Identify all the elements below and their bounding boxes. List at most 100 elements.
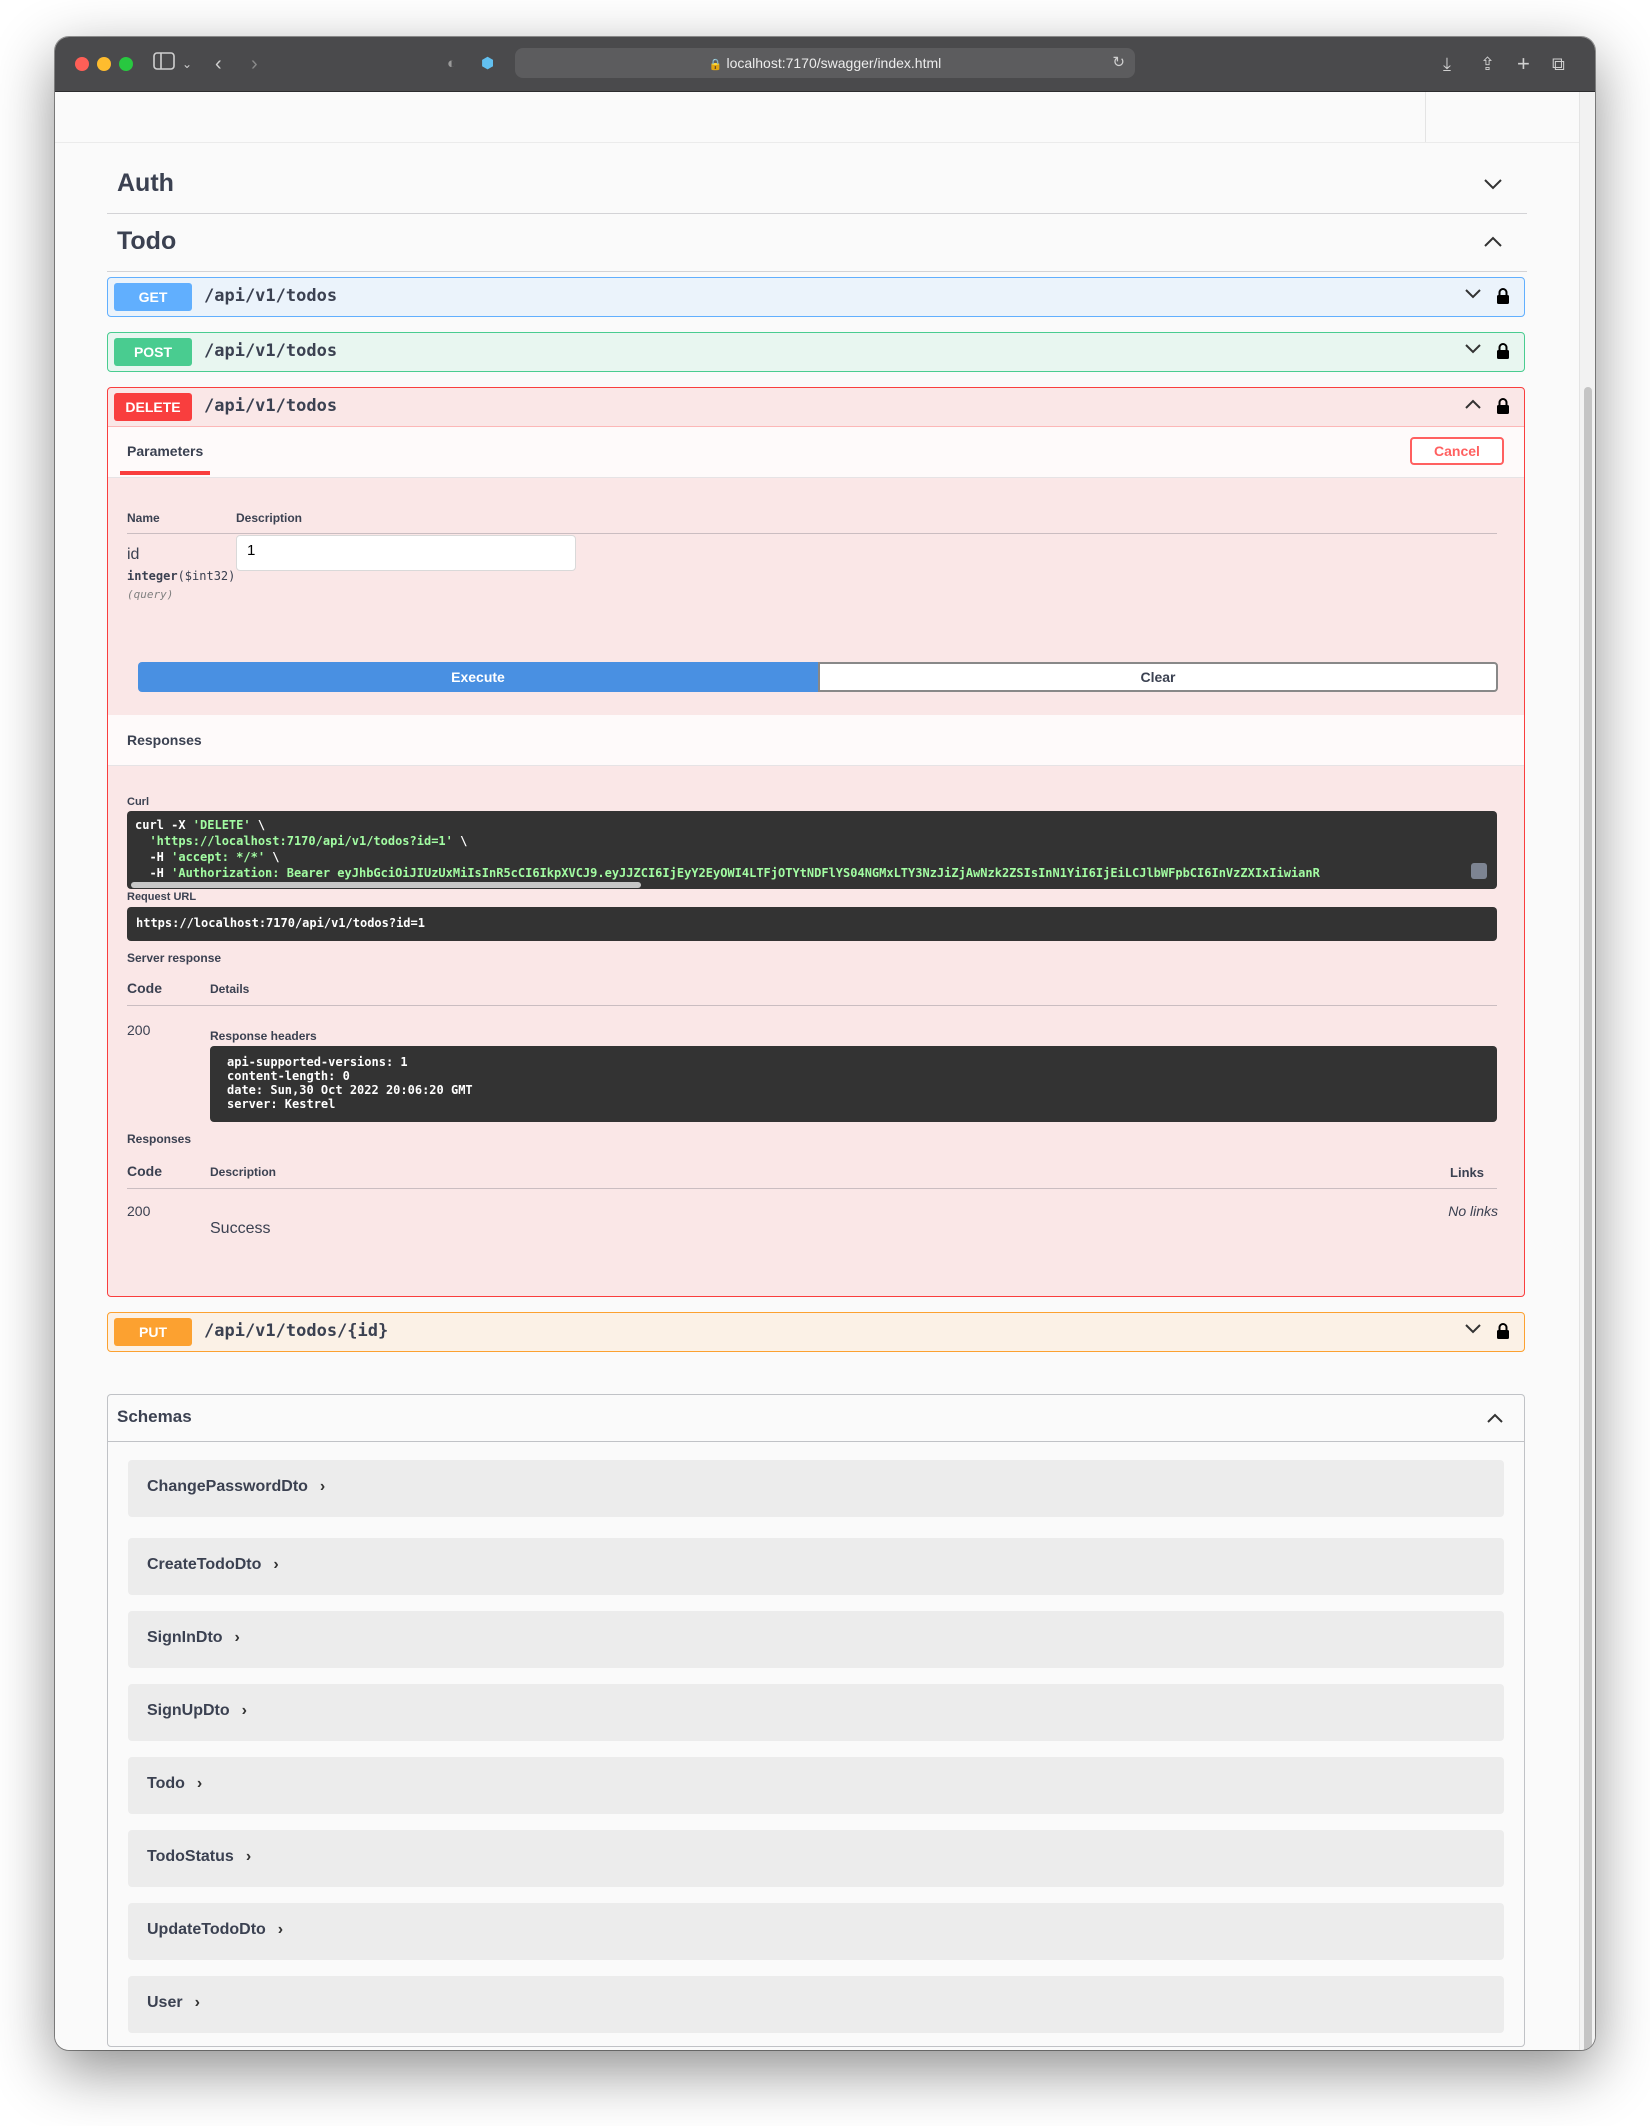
chevron-up-icon[interactable]: [1464, 394, 1482, 415]
response-headers-label: Response headers: [210, 1029, 317, 1043]
server-response-label: Server response: [127, 951, 222, 965]
execute-button[interactable]: Execute: [138, 662, 818, 692]
curl-text: 'accept: */*': [171, 850, 266, 864]
curl-text: 'DELETE': [192, 818, 251, 832]
id-input[interactable]: 1: [236, 535, 576, 571]
operation-post-todos[interactable]: POST /api/v1/todos: [107, 332, 1525, 372]
page-content: Auth Todo GET /api/v1/todos POST /api/v1…: [55, 92, 1580, 2050]
curl-block[interactable]: curl -X 'DELETE' \ 'https://localhost:71…: [127, 811, 1497, 889]
operation-delete-todos: DELETE /api/v1/todos Parameters Cancel N…: [107, 387, 1525, 1297]
col-description: Description: [236, 511, 303, 525]
schemas-title: Schemas: [117, 1407, 192, 1426]
chevron-down-icon[interactable]: [1483, 173, 1503, 196]
model-todo[interactable]: Todo ›: [128, 1757, 1504, 1814]
model-name: User: [147, 1994, 183, 2011]
lock-icon[interactable]: [1496, 342, 1510, 360]
request-url-label: Request URL: [127, 891, 197, 903]
model-changepassworddto[interactable]: ChangePasswordDto ›: [128, 1460, 1504, 1517]
chevron-right-icon[interactable]: ›: [320, 1478, 325, 1495]
chevron-down-icon[interactable]: [1464, 1319, 1482, 1340]
model-todostatus[interactable]: TodoStatus ›: [128, 1830, 1504, 1887]
minimize-window-button[interactable]: [97, 57, 111, 71]
curl-text: \: [250, 818, 266, 832]
col-details: Details: [210, 982, 250, 996]
curl-text: -H: [135, 866, 172, 880]
resp-description: Success: [210, 1220, 271, 1237]
lock-icon: 🔒: [708, 59, 723, 71]
tag-todo-title: Todo: [117, 227, 177, 255]
operation-get-todos[interactable]: GET /api/v1/todos: [107, 277, 1525, 317]
operation-path: /api/v1/todos: [204, 396, 338, 416]
header-line: api-supported-versions: 1: [227, 1055, 408, 1069]
tag-todo[interactable]: Todo: [107, 215, 1527, 272]
model-name: Todo: [147, 1775, 185, 1792]
operation-path: /api/v1/todos: [204, 286, 338, 306]
chevron-right-icon[interactable]: ›: [278, 1921, 283, 1938]
close-window-button[interactable]: [75, 57, 89, 71]
new-tab-icon[interactable]: +: [1517, 51, 1530, 77]
chevron-right-icon[interactable]: ›: [235, 1629, 240, 1646]
share-icon[interactable]: ⇪: [1480, 51, 1495, 77]
forward-icon[interactable]: ›: [251, 51, 258, 77]
curl-text: curl -X: [135, 818, 193, 832]
chevron-right-icon[interactable]: ›: [273, 1556, 278, 1573]
chevron-up-icon[interactable]: [1486, 1411, 1504, 1429]
chevron-up-icon[interactable]: [1483, 231, 1503, 254]
divider: [55, 142, 1580, 143]
horizontal-scrollbar[interactable]: [131, 882, 641, 888]
operation-summary[interactable]: DELETE /api/v1/todos: [108, 388, 1524, 426]
model-createtododto[interactable]: CreateTodoDto ›: [128, 1538, 1504, 1595]
browser-window: ⌄ ‹ › ◐ ⬢ 🔒 localhost:7170/swagger/index.…: [55, 37, 1595, 2050]
model-user[interactable]: User ›: [128, 1976, 1504, 2033]
scrollbar-thumb[interactable]: [1584, 387, 1592, 2050]
operation-path: /api/v1/todos: [204, 341, 338, 361]
operation-summary[interactable]: GET /api/v1/todos: [108, 278, 1524, 316]
copy-icon[interactable]: [1471, 863, 1487, 879]
request-url: https://localhost:7170/api/v1/todos?id=1: [127, 907, 1497, 941]
lock-icon[interactable]: [1496, 397, 1510, 415]
chevron-right-icon[interactable]: ›: [195, 1994, 200, 2011]
model-signupdto[interactable]: SignUpDto ›: [128, 1684, 1504, 1741]
sidebar-toggle-icon[interactable]: [153, 51, 175, 77]
download-icon[interactable]: ⤓: [1443, 51, 1451, 77]
privacy-shield-icon[interactable]: ◐: [447, 51, 456, 77]
operation-summary[interactable]: POST /api/v1/todos: [108, 333, 1524, 371]
cancel-button[interactable]: Cancel: [1410, 437, 1504, 465]
chevron-right-icon[interactable]: ›: [242, 1702, 247, 1719]
resp-col-links: Links: [1450, 1165, 1484, 1180]
tab-parameters[interactable]: Parameters: [127, 443, 203, 459]
lock-icon[interactable]: [1496, 1322, 1510, 1340]
address-bar[interactable]: 🔒 localhost:7170/swagger/index.html ↻: [515, 48, 1135, 78]
clear-button[interactable]: Clear: [818, 662, 1498, 692]
operation-summary[interactable]: PUT /api/v1/todos/{id}: [108, 1313, 1524, 1351]
resp-col-code: Code: [127, 1163, 162, 1179]
operation-put-todo[interactable]: PUT /api/v1/todos/{id}: [107, 1312, 1525, 1352]
extension-icon[interactable]: ⬢: [481, 51, 494, 77]
chevron-down-icon[interactable]: [1464, 284, 1482, 305]
operation-path: /api/v1/todos/{id}: [204, 1321, 389, 1341]
tab-overview-icon[interactable]: ⧉: [1552, 51, 1565, 77]
tag-auth[interactable]: Auth: [107, 157, 1527, 214]
model-name: ChangePasswordDto: [147, 1478, 308, 1495]
curl-text: 'https://localhost:7170/api/v1/todos?id=…: [135, 834, 453, 848]
method-badge: PUT: [114, 1318, 192, 1346]
model-updatetododto[interactable]: UpdateTodoDto ›: [128, 1903, 1504, 1960]
schemas-header[interactable]: Schemas: [108, 1395, 1524, 1442]
back-icon[interactable]: ‹: [215, 51, 222, 77]
responses-header: Responses: [108, 715, 1524, 766]
resp-links: No links: [1448, 1203, 1498, 1219]
responses-label: Responses: [127, 1132, 192, 1146]
chevron-right-icon[interactable]: ›: [197, 1775, 202, 1792]
resp-col-description: Description: [210, 1165, 277, 1179]
curl-line: -H 'Authorization: Bearer eyJhbGciOiJIUz…: [135, 865, 1489, 881]
response-headers-block: api-supported-versions: 1 content-length…: [210, 1046, 1497, 1122]
zoom-window-button[interactable]: [119, 57, 133, 71]
chevron-down-icon[interactable]: [1464, 339, 1482, 360]
model-signindto[interactable]: SignInDto ›: [128, 1611, 1504, 1668]
reload-icon[interactable]: ↻: [1112, 48, 1125, 78]
curl-text: -H: [135, 850, 172, 864]
chevron-down-icon[interactable]: ⌄: [182, 51, 192, 77]
param-type-name: integer: [127, 569, 178, 583]
chevron-right-icon[interactable]: ›: [246, 1848, 251, 1865]
lock-icon[interactable]: [1496, 287, 1510, 305]
